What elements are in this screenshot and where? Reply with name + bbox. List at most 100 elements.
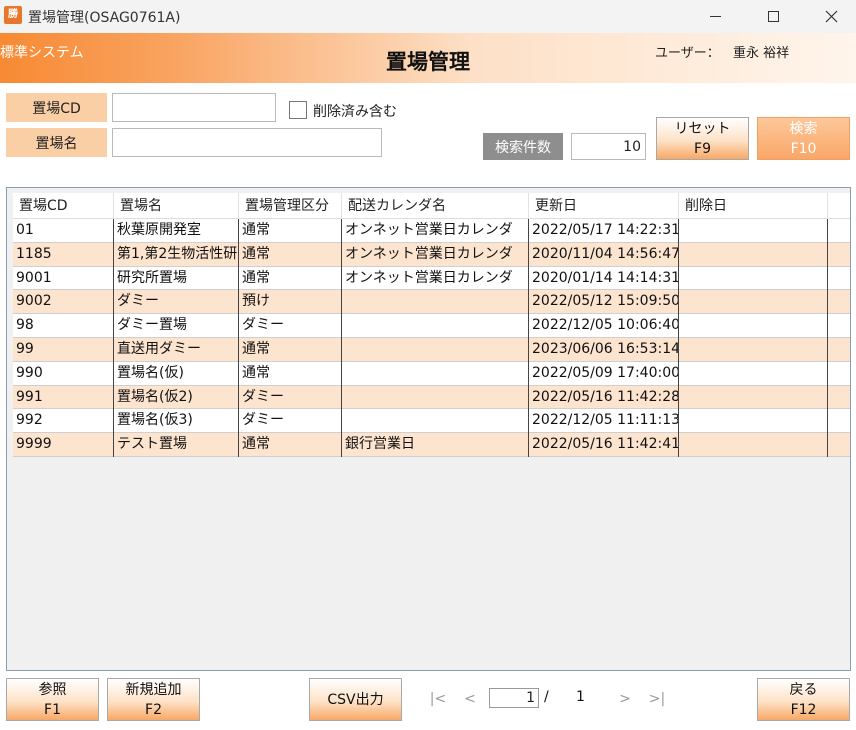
close-icon	[825, 10, 837, 23]
maximize-button[interactable]	[744, 0, 802, 33]
header-band: 標準システム 置場管理 ユーザー： 重永 裕祥	[0, 33, 856, 83]
table-cell-spacer	[828, 433, 850, 457]
table-cell: 通常	[239, 433, 342, 457]
reset-button-label: リセット	[674, 120, 731, 137]
csv-export-button[interactable]: CSV出力	[309, 678, 402, 721]
table-cell	[679, 314, 828, 338]
column-header[interactable]: 配送カレンダ名	[342, 193, 529, 219]
table-cell: 2023/06/06 16:53:14	[529, 337, 679, 362]
page-separator: /	[544, 689, 549, 705]
table-cell-spacer	[828, 219, 850, 243]
table-cell	[679, 290, 828, 315]
table-cell: 990	[13, 361, 114, 386]
column-header[interactable]: 置場名	[114, 193, 239, 219]
location-code-label: 置場CD	[6, 93, 107, 122]
page-number-input[interactable]: 1	[489, 688, 539, 708]
table-cell: テスト置場	[114, 433, 239, 457]
back-button-label: 戻る	[789, 681, 818, 698]
search-count-input[interactable]: 10	[571, 133, 646, 160]
add-new-button[interactable]: 新規追加 F2	[107, 678, 200, 721]
table-row[interactable]: 991 置場名(仮2) ダミー 2022/05/16 11:42:28	[13, 385, 850, 410]
table-row[interactable]: 99 直送用ダミー 通常 2023/06/06 16:53:14	[13, 337, 850, 362]
location-name-input[interactable]	[112, 128, 382, 157]
table-cell: 2022/05/09 17:40:00	[529, 361, 679, 386]
table-cell	[679, 337, 828, 362]
table-cell: オンネット営業日カレンダ	[342, 266, 529, 291]
csv-export-button-label: CSV出力	[327, 691, 384, 708]
add-new-button-key: F2	[145, 701, 162, 718]
table-cell	[342, 290, 529, 315]
table-cell: 01	[13, 219, 114, 243]
table-cell: 研究所置場	[114, 266, 239, 291]
table-cell: 通常	[239, 361, 342, 386]
table-cell: 置場名(仮)	[114, 361, 239, 386]
table-cell: ダミー	[239, 314, 342, 338]
table-cell-spacer	[828, 243, 850, 267]
table-row[interactable]: 990 置場名(仮) 通常 2022/05/09 17:40:00	[13, 361, 850, 386]
table-cell: 1185	[13, 242, 114, 267]
include-deleted-checkbox[interactable]	[289, 101, 307, 119]
first-page-button[interactable]: |<	[425, 689, 451, 708]
table-row[interactable]: 9001 研究所置場 通常 オンネット営業日カレンダ 2020/01/14 14…	[13, 266, 850, 291]
search-button-label: 検索	[789, 120, 818, 137]
table-row[interactable]: 9999 テスト置場 通常 銀行営業日 2022/05/16 11:42:41	[13, 433, 850, 457]
reset-button-key: F9	[694, 140, 711, 157]
add-new-button-label: 新規追加	[125, 681, 182, 698]
table-row[interactable]: 992 置場名(仮3) ダミー 2022/12/05 11:11:13	[13, 409, 850, 434]
minimize-button[interactable]	[686, 0, 744, 33]
table-cell: 通常	[239, 337, 342, 362]
table-cell: 秋葉原開発室	[114, 219, 239, 243]
table-cell: 992	[13, 409, 114, 434]
window-title: 置場管理(OSAG0761A)	[28, 10, 181, 26]
total-pages: 1	[576, 689, 585, 705]
table-cell: 置場名(仮2)	[114, 385, 239, 410]
table-cell	[679, 361, 828, 386]
table-cell: 2022/05/17 14:22:31	[529, 219, 679, 243]
grid-header: 置場CD 置場名 置場管理区分 配送カレンダ名 更新日 削除日	[13, 193, 850, 219]
column-header[interactable]: 置場CD	[13, 193, 114, 219]
location-code-input[interactable]	[112, 93, 276, 122]
minimize-icon	[709, 16, 721, 17]
reference-button-label: 参照	[38, 681, 67, 698]
search-button-key: F10	[790, 140, 817, 157]
column-header[interactable]: 置場管理区分	[239, 193, 342, 219]
table-cell: 9001	[13, 266, 114, 291]
column-header[interactable]: 更新日	[529, 193, 679, 219]
table-row[interactable]: 1185 第1,第2生物活性研 通常 オンネット営業日カレンダ 2020/11/…	[13, 242, 850, 267]
table-cell-spacer	[828, 409, 850, 433]
prev-page-button[interactable]: <	[457, 689, 483, 708]
table-cell: 銀行営業日	[342, 433, 529, 457]
column-header-spacer	[828, 193, 850, 219]
back-button-key: F12	[790, 701, 817, 718]
table-cell	[342, 337, 529, 362]
table-row[interactable]: 01 秋葉原開発室 通常 オンネット営業日カレンダ 2022/05/17 14:…	[13, 219, 850, 243]
reference-button[interactable]: 参照 F1	[6, 678, 99, 721]
table-cell	[679, 242, 828, 267]
search-count-label: 検索件数	[483, 133, 563, 160]
search-button[interactable]: 検索 F10	[757, 117, 850, 160]
table-cell	[342, 385, 529, 410]
table-row[interactable]: 9002 ダミー 預け 2022/05/12 15:09:50	[13, 290, 850, 315]
table-cell: 99	[13, 337, 114, 362]
last-page-button[interactable]: >|	[644, 689, 670, 708]
table-cell: 2020/01/14 14:14:31	[529, 266, 679, 291]
table-cell-spacer	[828, 386, 850, 410]
column-header[interactable]: 削除日	[679, 193, 828, 219]
window-titlebar: 勝 置場管理(OSAG0761A)	[0, 0, 856, 33]
table-cell-spacer	[828, 314, 850, 338]
table-cell: 2022/12/05 11:11:13	[529, 409, 679, 434]
table-cell: ダミー	[114, 290, 239, 315]
grid-body: 01 秋葉原開発室 通常 オンネット営業日カレンダ 2022/05/17 14:…	[13, 219, 850, 457]
back-button[interactable]: 戻る F12	[757, 678, 850, 721]
table-row[interactable]: 98 ダミー置場 ダミー 2022/12/05 10:06:40	[13, 314, 850, 338]
table-cell-spacer	[828, 267, 850, 291]
table-cell	[679, 219, 828, 243]
table-cell: 直送用ダミー	[114, 337, 239, 362]
reset-button[interactable]: リセット F9	[656, 117, 749, 160]
next-page-button[interactable]: >	[612, 689, 638, 708]
table-cell	[342, 314, 529, 338]
table-cell-spacer	[828, 362, 850, 386]
close-button[interactable]	[802, 0, 856, 33]
table-cell: 2022/05/12 15:09:50	[529, 290, 679, 315]
results-grid[interactable]: 置場CD 置場名 置場管理区分 配送カレンダ名 更新日 削除日 01 秋葉原開発…	[6, 187, 851, 671]
